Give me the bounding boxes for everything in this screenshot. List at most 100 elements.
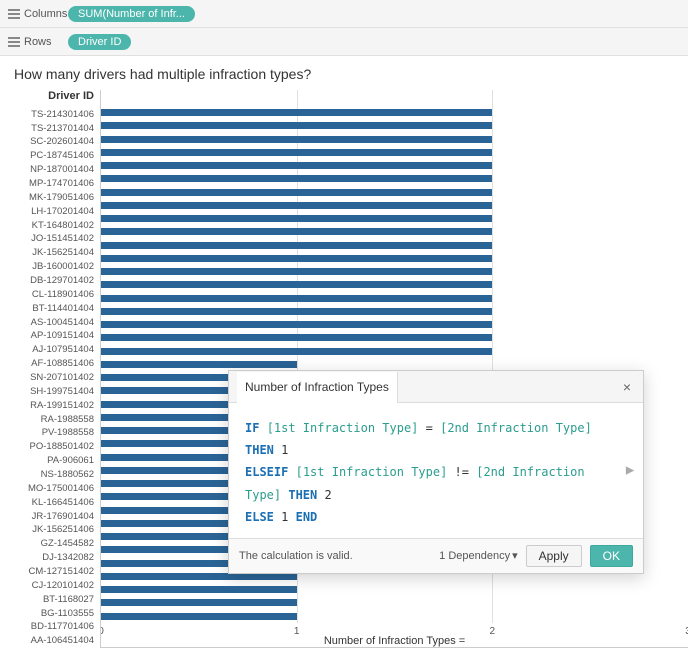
bar-row (101, 265, 688, 278)
bar (101, 122, 492, 129)
y-label: PA-906061 (47, 454, 94, 468)
y-axis-header: Driver ID (48, 90, 94, 106)
bar-row (101, 172, 688, 185)
bar (101, 255, 492, 262)
y-label: TS-214301406 (31, 108, 94, 122)
bar (101, 228, 492, 235)
y-label: JR-176901404 (32, 509, 94, 523)
y-label: SN-207101402 (30, 371, 94, 385)
bar (101, 136, 492, 143)
y-label: AA-106451404 (31, 634, 94, 648)
y-label: BG-1103555 (41, 606, 94, 620)
bar (101, 149, 492, 156)
y-label: JO-151451402 (31, 232, 94, 246)
bar-row (101, 239, 688, 252)
bar-row (101, 345, 688, 358)
y-label: PC-187451406 (30, 149, 94, 163)
y-axis: Driver ID TS-214301406TS-213701404SC-202… (10, 90, 100, 648)
y-label: CJ-120101402 (32, 579, 94, 593)
x-axis-label: Number of Infraction Types = (101, 635, 688, 647)
calculation-modal[interactable]: Number of Infraction Types × IF [1st Inf… (228, 370, 644, 574)
bar-row (101, 186, 688, 199)
y-label: CL-118901406 (32, 288, 94, 302)
y-label: AS-100451404 (31, 315, 94, 329)
y-label: BT-1168027 (43, 593, 94, 607)
y-label: AP-109151404 (31, 329, 94, 343)
y-label: LH-170201404 (31, 205, 94, 219)
bar-row (101, 331, 688, 344)
valid-message: The calculation is valid. (239, 550, 431, 562)
y-label: TS-213701404 (31, 121, 94, 135)
bar-row (101, 119, 688, 132)
y-label: JK-156251406 (32, 523, 94, 537)
bar-row (101, 305, 688, 318)
rows-label: Rows (8, 36, 68, 48)
modal-header: Number of Infraction Types × (229, 371, 643, 403)
y-label: MP-174701406 (29, 177, 94, 191)
bar (101, 348, 492, 355)
y-label: BT-114401404 (32, 302, 94, 316)
y-label: AJ-107951404 (32, 343, 94, 357)
dependency-button[interactable]: 1 Dependency ▾ (439, 549, 517, 562)
bar-row (101, 610, 688, 623)
bar (101, 295, 492, 302)
columns-shelf: Columns SUM(Number of Infr... (0, 0, 688, 28)
bar (101, 334, 492, 341)
bar (101, 268, 492, 275)
rows-icon (8, 37, 20, 47)
chart-container: How many drivers had multiple infraction… (0, 56, 688, 669)
y-label: NS-1880562 (41, 468, 94, 482)
bar (101, 202, 492, 209)
bar (101, 321, 492, 328)
bar-row (101, 146, 688, 159)
rows-pill[interactable]: Driver ID (68, 34, 131, 50)
modal-footer: The calculation is valid. 1 Dependency ▾… (229, 538, 643, 573)
code-line-1: IF [1st Infraction Type] = [2nd Infracti… (245, 417, 627, 461)
code-line-2: ELSEIF [1st Infraction Type] != [2nd Inf… (245, 461, 627, 505)
bar (101, 308, 492, 315)
bar (101, 586, 297, 593)
ok-button[interactable]: OK (590, 545, 633, 567)
bar (101, 613, 297, 620)
bar (101, 599, 297, 606)
bar (101, 281, 492, 288)
columns-label: Columns (8, 8, 68, 20)
bar (101, 242, 492, 249)
y-label: NP-187001404 (30, 163, 94, 177)
bar (101, 109, 492, 116)
modal-tab[interactable]: Number of Infraction Types (237, 372, 398, 403)
y-label: RA-1988558 (41, 412, 94, 426)
bar-row (101, 159, 688, 172)
y-label: CM-127151402 (29, 565, 95, 579)
bar-row (101, 278, 688, 291)
rows-shelf: Rows Driver ID (0, 28, 688, 56)
bar-row (101, 583, 688, 596)
y-label: GZ-1454582 (41, 537, 94, 551)
bar (101, 162, 492, 169)
bar-row (101, 212, 688, 225)
bar-row (101, 225, 688, 238)
y-label: DJ-1342082 (42, 551, 94, 565)
y-label: PV-1988558 (42, 426, 94, 440)
y-label: MO-175001406 (28, 482, 94, 496)
bar (101, 175, 492, 182)
y-label: BD-117701406 (31, 620, 94, 634)
columns-pill[interactable]: SUM(Number of Infr... (68, 6, 195, 22)
apply-button[interactable]: Apply (526, 545, 582, 567)
y-label: AF-108851406 (31, 357, 94, 371)
y-label: JK-156251404 (32, 246, 94, 260)
bar (101, 189, 492, 196)
modal-close-button[interactable]: × (619, 377, 635, 397)
columns-icon (8, 9, 20, 19)
code-line-3: ELSE 1 END (245, 506, 627, 528)
chart-title: How many drivers had multiple infraction… (14, 66, 688, 82)
bar-row (101, 292, 688, 305)
bar-row (101, 133, 688, 146)
scroll-arrow: ► (623, 457, 637, 484)
y-label: MK-179051406 (29, 191, 94, 205)
bar (101, 361, 297, 368)
bar (101, 215, 492, 222)
bar-row (101, 318, 688, 331)
y-label: PO-188501402 (30, 440, 94, 454)
bar-row (101, 596, 688, 609)
